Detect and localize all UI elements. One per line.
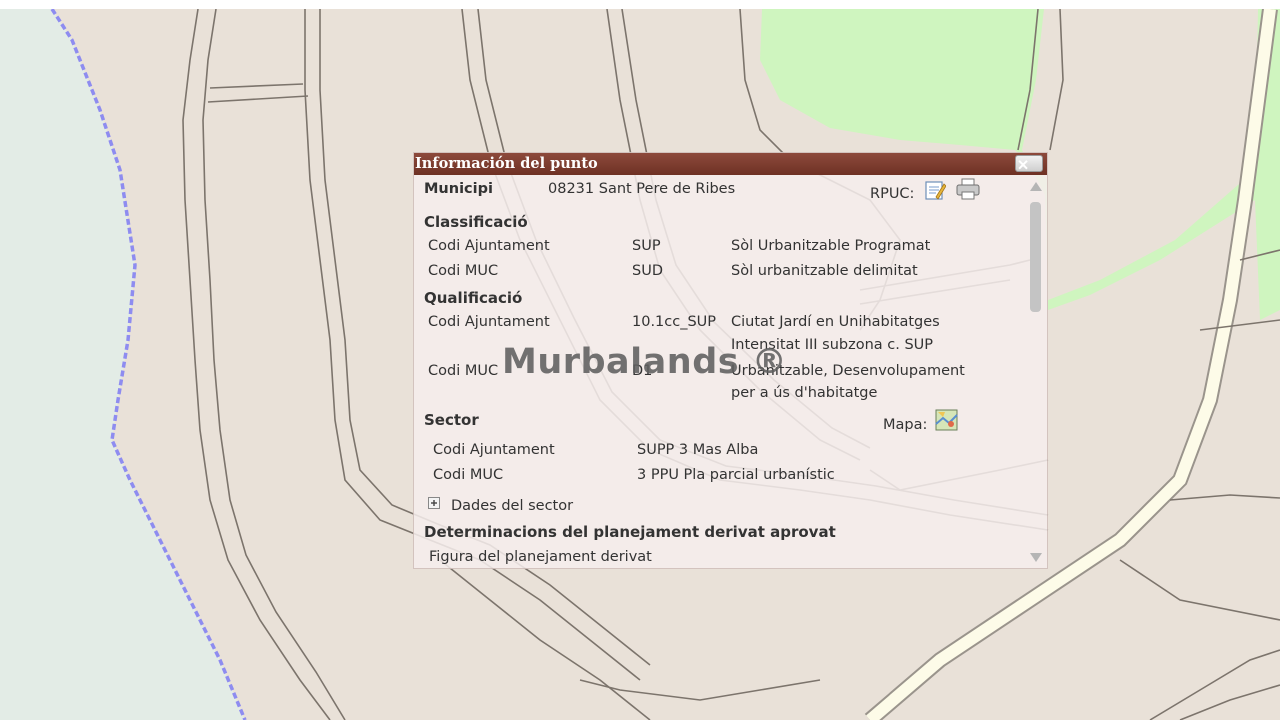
determinacions-item: Figura del planejament derivat	[429, 549, 652, 565]
scroll-down-arrow-icon[interactable]	[1030, 553, 1042, 562]
sector-row-label: Codi Ajuntament	[433, 442, 555, 458]
qualificacio-row-code: 10.1cc_SUP	[632, 314, 717, 330]
edit-document-icon[interactable]	[925, 180, 946, 200]
scroll-up-arrow-icon[interactable]	[1030, 182, 1042, 191]
classificacio-row-desc: Sòl urbanitzable delimitat	[731, 263, 918, 279]
printer-icon[interactable]	[956, 178, 980, 200]
sector-heading: Sector	[424, 411, 479, 429]
determinacions-heading: Determinacions del planejament derivat a…	[424, 523, 836, 541]
municipi-label: Municipi	[424, 181, 493, 197]
mapa-label: Mapa:	[883, 417, 928, 433]
classificacio-row-code: SUP	[632, 238, 661, 254]
sector-row-value: 3 PPU Pla parcial urbanístic	[637, 467, 835, 483]
rpuc-label: RPUC:	[870, 186, 915, 202]
classificacio-row-code: SUD	[632, 263, 663, 279]
map-icon[interactable]	[935, 409, 959, 432]
sector-expand-link[interactable]: Dades del sector	[451, 498, 573, 514]
popup-title: Información del punto	[415, 155, 598, 172]
plus-box-icon[interactable]	[428, 497, 440, 509]
sector-row-label: Codi MUC	[433, 467, 504, 483]
classificacio-row-desc: Sòl Urbanitzable Programat	[731, 238, 931, 254]
sector-row-value: SUPP 3 Mas Alba	[637, 442, 759, 458]
watermark: Murbalands ®	[502, 342, 788, 382]
qualificacio-row-desc: Ciutat Jardí en Unihabitatges	[731, 314, 940, 330]
qualificacio-row-label: Codi MUC	[428, 363, 499, 379]
classificacio-heading: Classificació	[424, 213, 528, 231]
qualificacio-heading: Qualificació	[424, 289, 523, 307]
classificacio-row-label: Codi MUC	[428, 263, 499, 279]
close-icon: ✕	[1017, 157, 1030, 174]
classificacio-row-label: Codi Ajuntament	[428, 238, 550, 254]
municipi-value: 08231 Sant Pere de Ribes	[548, 181, 736, 197]
qualificacio-row-label: Codi Ajuntament	[428, 314, 550, 330]
qualificacio-row-desc: per a ús d'habitatge	[731, 385, 878, 401]
scrollbar-thumb[interactable]	[1030, 202, 1041, 312]
popup-title-bar[interactable]: Información del punto ✕	[414, 153, 1047, 175]
close-button[interactable]: ✕	[1015, 155, 1043, 174]
